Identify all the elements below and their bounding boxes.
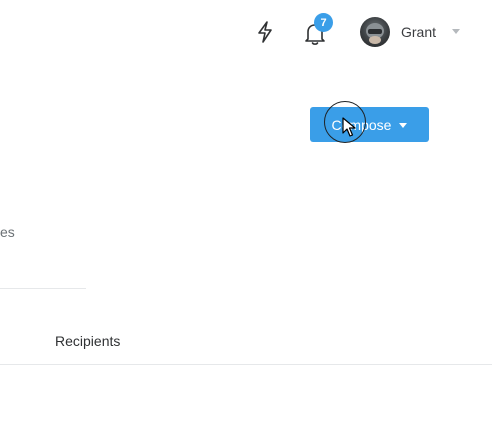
- table-header-divider: [0, 364, 492, 365]
- partial-label: es: [0, 224, 15, 240]
- avatar[interactable]: [360, 17, 390, 47]
- avatar-image: [366, 23, 384, 44]
- compose-button[interactable]: Compose: [310, 107, 429, 142]
- top-navbar: 7 Grant: [0, 0, 492, 64]
- divider: [0, 288, 86, 289]
- compose-dropdown-caret-icon: [399, 122, 408, 128]
- column-header-recipients[interactable]: Recipients: [55, 333, 120, 349]
- notification-count-badge: 7: [314, 13, 333, 32]
- lightning-bolt-icon[interactable]: [256, 21, 274, 43]
- user-name[interactable]: Grant: [401, 24, 436, 40]
- compose-button-label: Compose: [331, 116, 392, 133]
- chevron-down-icon[interactable]: [452, 29, 460, 34]
